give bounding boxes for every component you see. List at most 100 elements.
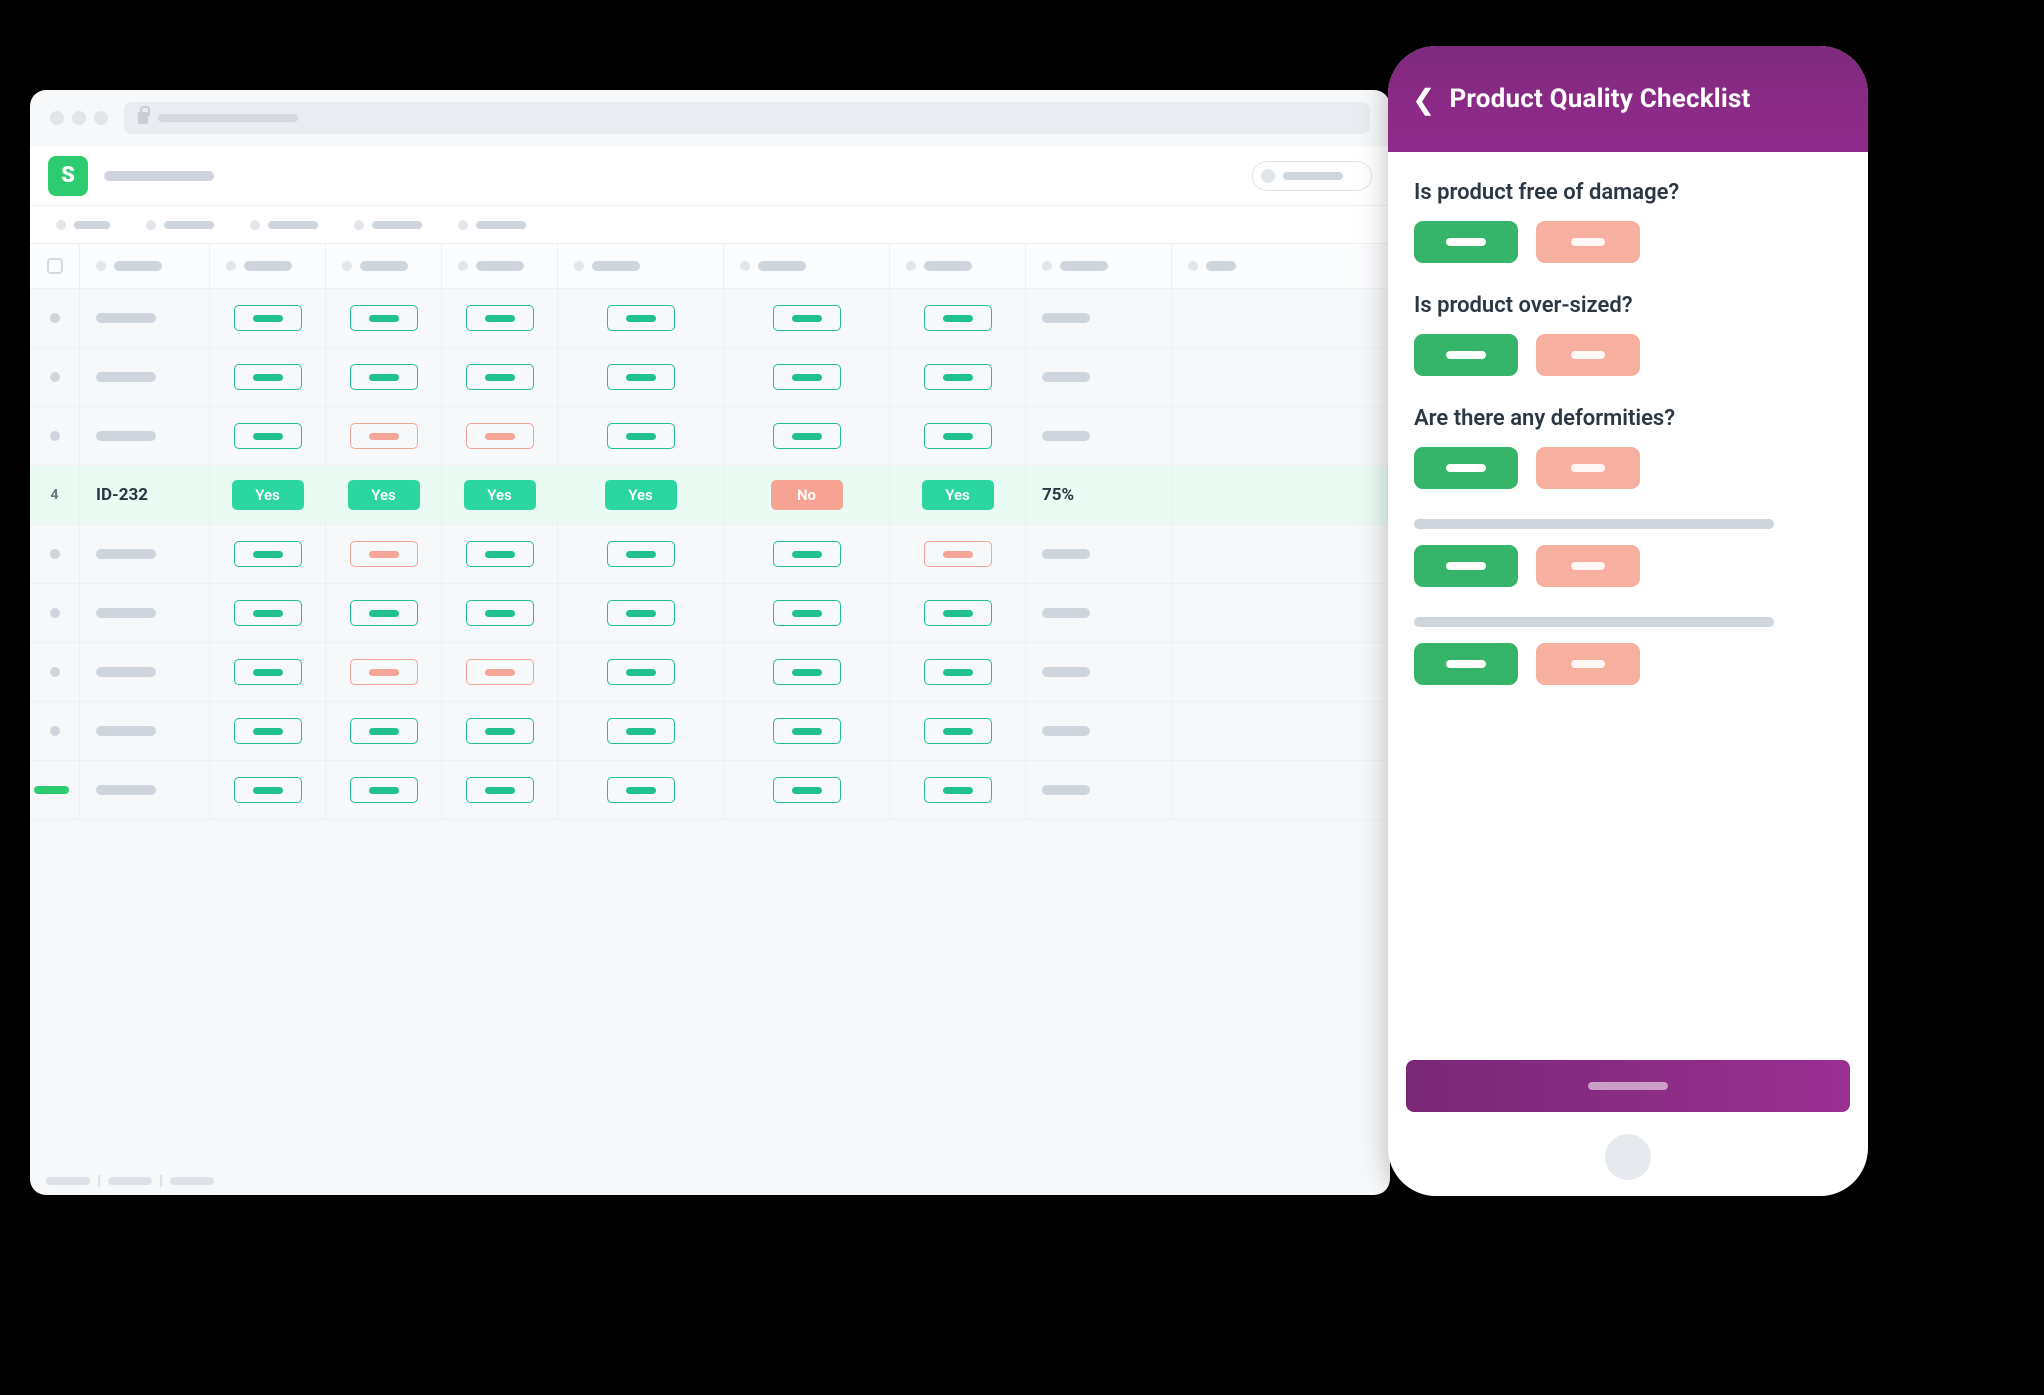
column-header[interactable] (1060, 261, 1108, 271)
row-index-placeholder (50, 431, 60, 441)
answer-yes-button[interactable] (1414, 221, 1518, 263)
row-score-placeholder (1042, 313, 1090, 323)
close-icon[interactable] (50, 111, 64, 125)
status-tag (234, 541, 302, 567)
column-header[interactable] (758, 261, 806, 271)
answer-no-button[interactable] (1536, 221, 1640, 263)
toolbar-item[interactable] (458, 220, 526, 230)
checklist-question (1414, 519, 1842, 587)
column-header[interactable] (476, 261, 524, 271)
status-tag (350, 659, 418, 685)
account-menu[interactable] (1252, 161, 1372, 191)
row-id-placeholder (96, 785, 156, 795)
row-index-placeholder (50, 608, 60, 618)
table-row[interactable] (30, 761, 1390, 820)
row-id: ID-232 (96, 485, 148, 505)
table-row[interactable] (30, 643, 1390, 702)
table-row[interactable] (30, 407, 1390, 466)
question-text: Is product free of damage? (1414, 180, 1842, 205)
column-header[interactable] (592, 261, 640, 271)
row-index-placeholder (50, 667, 60, 677)
question-text-placeholder (1414, 617, 1774, 627)
status-segment (46, 1177, 90, 1185)
minimize-icon[interactable] (72, 111, 86, 125)
app-logo[interactable]: S (48, 156, 88, 196)
status-tag (466, 718, 534, 744)
status-tag (924, 600, 992, 626)
status-segment (108, 1177, 152, 1185)
toolbar-item[interactable] (354, 220, 422, 230)
avatar (1261, 169, 1275, 183)
status-tag (234, 600, 302, 626)
row-score-placeholder (1042, 372, 1090, 382)
account-name-placeholder (1283, 172, 1343, 180)
column-icon (96, 261, 106, 271)
answer-no-button[interactable] (1536, 334, 1640, 376)
status-tag (350, 305, 418, 331)
status-tag (466, 777, 534, 803)
url-bar[interactable] (124, 102, 1370, 134)
submit-label-placeholder (1588, 1082, 1668, 1090)
status-tag (607, 541, 675, 567)
table-row[interactable] (30, 525, 1390, 584)
back-icon[interactable]: ❮ (1412, 83, 1435, 116)
column-header[interactable] (924, 261, 972, 271)
browser-window: S (30, 90, 1390, 1195)
status-tag (466, 659, 534, 685)
home-indicator[interactable] (1605, 1134, 1651, 1180)
table-row-active[interactable]: 4 ID-232 Yes Yes Yes Yes No Yes 75% (30, 466, 1390, 525)
column-icon (226, 261, 236, 271)
status-tag (350, 718, 418, 744)
question-text: Is product over-sized? (1414, 293, 1842, 318)
table-row[interactable] (30, 348, 1390, 407)
toolbar-item[interactable] (146, 220, 214, 230)
table-header-row (30, 244, 1390, 289)
column-header[interactable] (114, 261, 162, 271)
row-score-placeholder (1042, 549, 1090, 559)
status-tag (607, 305, 675, 331)
submit-button[interactable] (1406, 1060, 1850, 1112)
maximize-icon[interactable] (94, 111, 108, 125)
answer-yes-button[interactable] (1414, 545, 1518, 587)
table-row[interactable] (30, 702, 1390, 761)
status-tag (773, 305, 841, 331)
answer-yes-button[interactable] (1414, 447, 1518, 489)
answer-no-button[interactable] (1536, 447, 1640, 489)
status-tag (773, 423, 841, 449)
table-row[interactable] (30, 289, 1390, 348)
row-score-placeholder (1042, 785, 1090, 795)
active-indicator (34, 786, 69, 794)
url-placeholder (158, 114, 298, 122)
row-score-placeholder (1042, 726, 1090, 736)
answer-no-button[interactable] (1536, 643, 1640, 685)
column-header[interactable] (1206, 261, 1236, 271)
status-tag (350, 423, 418, 449)
row-score-placeholder (1042, 431, 1090, 441)
browser-chrome (30, 90, 1390, 146)
table-row[interactable] (30, 584, 1390, 643)
status-badge: Yes (232, 480, 304, 510)
answer-no-button[interactable] (1536, 545, 1640, 587)
app-title-placeholder (104, 171, 214, 181)
status-badge: Yes (348, 480, 420, 510)
select-all-checkbox[interactable] (47, 258, 63, 274)
answer-yes-button[interactable] (1414, 643, 1518, 685)
row-score: 75% (1042, 485, 1074, 505)
mobile-header: ❮ Product Quality Checklist (1388, 46, 1868, 152)
column-header[interactable] (360, 261, 408, 271)
status-tag (773, 364, 841, 390)
column-icon (458, 261, 468, 271)
status-tag (234, 777, 302, 803)
status-tag (773, 777, 841, 803)
toolbar-item[interactable] (56, 220, 110, 230)
row-id-placeholder (96, 431, 156, 441)
status-tag (466, 305, 534, 331)
status-tag (466, 423, 534, 449)
toolbar-item[interactable] (250, 220, 318, 230)
column-header[interactable] (244, 261, 292, 271)
row-id-placeholder (96, 313, 156, 323)
status-tag (924, 364, 992, 390)
status-tag (773, 718, 841, 744)
row-score-placeholder (1042, 608, 1090, 618)
answer-yes-button[interactable] (1414, 334, 1518, 376)
